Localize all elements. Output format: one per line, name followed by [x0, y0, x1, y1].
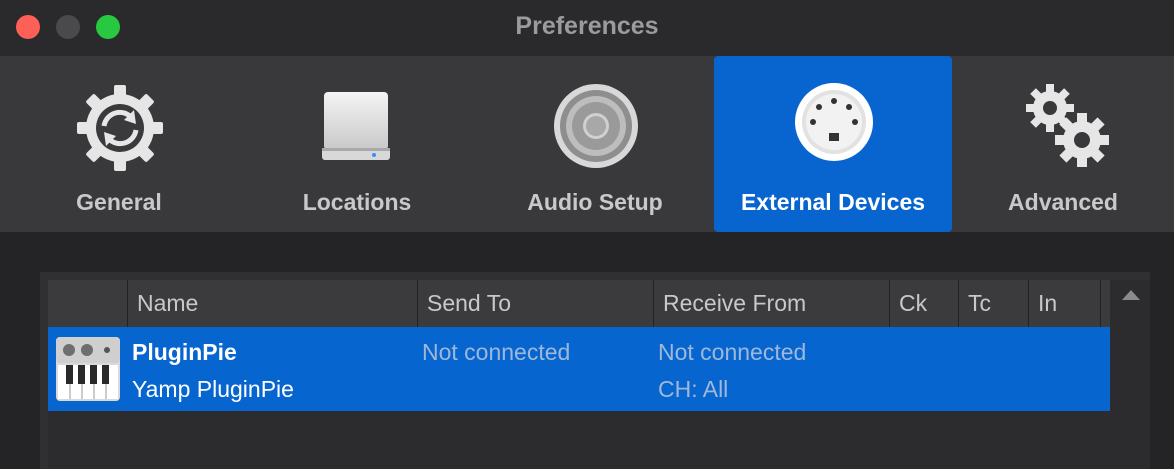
table-header: Name Send To Receive From Ck Tc In [48, 280, 1110, 327]
keyboard-icon [56, 337, 120, 401]
receive-channel-value[interactable]: CH: All [658, 376, 728, 403]
column-header-extra [1100, 280, 1110, 327]
column-header-send-to[interactable]: Send To [417, 280, 653, 327]
tab-label: General [76, 189, 162, 215]
scroll-up-arrow-icon[interactable] [1122, 290, 1140, 300]
column-header-icon[interactable] [48, 280, 127, 327]
column-header-receive-from[interactable]: Receive From [653, 280, 889, 327]
column-header-in[interactable]: In [1028, 280, 1100, 327]
tab-label: Advanced [1008, 189, 1118, 215]
devices-panel: Name Send To Receive From Ck Tc In Plugi… [40, 272, 1150, 469]
title-bar: Preferences [0, 0, 1174, 56]
scrollbar[interactable] [1110, 280, 1150, 469]
receive-from-value[interactable]: Not connected [658, 339, 806, 366]
tab-label: Locations [302, 189, 412, 215]
window-title: Preferences [515, 12, 659, 40]
tab-general[interactable]: General [0, 56, 238, 232]
preferences-toolbar: General Locations Audio Setup External D… [0, 56, 1174, 232]
device-subname: Yamp PluginPie [132, 376, 294, 402]
tab-audio-setup[interactable]: Audio Setup [476, 56, 714, 232]
tab-label: External Devices [740, 189, 926, 215]
devices-table: Name Send To Receive From Ck Tc In Plugi… [48, 280, 1150, 469]
tab-label: Audio Setup [527, 189, 663, 215]
tab-advanced[interactable]: Advanced [952, 56, 1174, 232]
content-area: Name Send To Receive From Ck Tc In Plugi… [0, 232, 1174, 469]
column-header-tc[interactable]: Tc [958, 280, 1028, 327]
hard-drive-icon [322, 92, 390, 160]
column-header-name[interactable]: Name [127, 280, 417, 327]
gears-icon [1026, 84, 1109, 167]
table-row[interactable]: PluginPie Yamp PluginPie Not connected N… [48, 327, 1110, 411]
column-header-ck[interactable]: Ck [889, 280, 958, 327]
device-name: PluginPie [132, 339, 237, 365]
tab-external-devices[interactable]: External Devices [714, 56, 952, 232]
send-to-value[interactable]: Not connected [422, 339, 570, 366]
tab-locations[interactable]: Locations [238, 56, 476, 232]
midi-port-icon [795, 83, 873, 161]
speaker-icon [554, 84, 638, 168]
gear-sync-icon [77, 85, 163, 171]
